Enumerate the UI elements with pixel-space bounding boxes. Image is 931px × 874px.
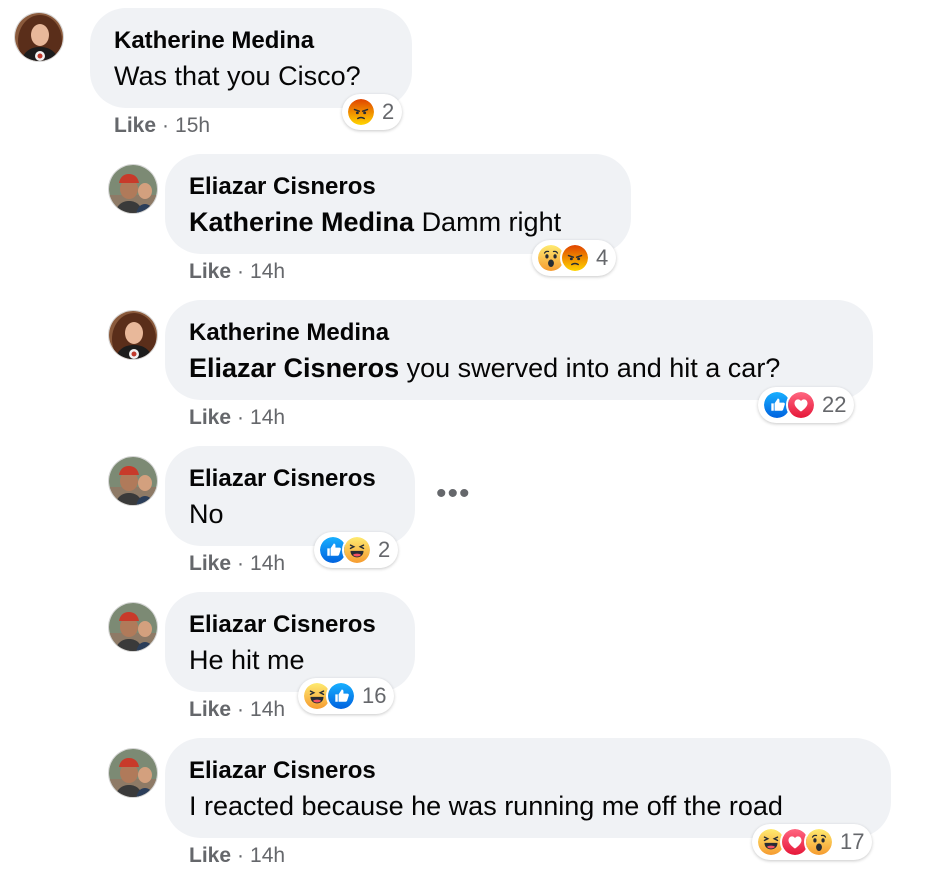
- comment-meta: Like · 14h: [189, 552, 285, 576]
- comment-body: Damm right: [421, 207, 562, 237]
- like-link[interactable]: Like: [189, 698, 231, 721]
- like-link[interactable]: Like: [189, 406, 231, 429]
- separator-dot: ·: [237, 406, 245, 429]
- reaction-summary[interactable]: 16: [298, 678, 395, 714]
- avatar[interactable]: [108, 748, 158, 798]
- avatar[interactable]: [14, 12, 64, 62]
- haha-reaction-icon: [342, 535, 372, 565]
- comment-text: I reacted because he was running me off …: [189, 788, 867, 824]
- comment-meta: Like · 14h: [189, 698, 285, 722]
- avatar[interactable]: [108, 456, 158, 506]
- comment-author[interactable]: Eliazar Cisneros: [189, 172, 607, 202]
- reaction-count: 2: [378, 537, 391, 562]
- comment-author[interactable]: Eliazar Cisneros: [189, 464, 391, 494]
- love-reaction-icon: [786, 390, 816, 420]
- comment-body: you swerved into and hit a car?: [406, 353, 781, 383]
- reaction-summary[interactable]: 4: [532, 240, 617, 276]
- reaction-count: 22: [822, 392, 847, 417]
- comment-bubble: Eliazar Cisneros He hit me: [165, 592, 415, 692]
- comment-text: Was that you Cisco?: [114, 58, 388, 94]
- avatar[interactable]: [108, 310, 158, 360]
- timestamp[interactable]: 14h: [250, 552, 285, 575]
- more-options-button[interactable]: •••: [436, 479, 471, 509]
- like-link[interactable]: Like: [189, 260, 231, 283]
- reaction-summary[interactable]: 17: [752, 824, 873, 860]
- reaction-count: 17: [840, 829, 865, 854]
- angry-reaction-icon: [346, 97, 376, 127]
- reaction-count: 16: [362, 683, 387, 708]
- reaction-count: 4: [596, 245, 609, 270]
- comment-body: Was that you Cisco?: [114, 61, 361, 91]
- comment-text: No: [189, 496, 391, 532]
- comment-bubble: Eliazar Cisneros I reacted because he wa…: [165, 738, 891, 838]
- comment-body: He hit me: [189, 645, 305, 675]
- comment-bubble: Eliazar Cisneros No: [165, 446, 415, 546]
- comment-meta: Like · 14h: [189, 406, 285, 430]
- comment-text: He hit me: [189, 642, 391, 678]
- timestamp[interactable]: 14h: [250, 844, 285, 867]
- wow-reaction-icon: [804, 827, 834, 857]
- comment-author[interactable]: Eliazar Cisneros: [189, 756, 867, 786]
- comment-text: Eliazar Cisneros you swerved into and hi…: [189, 350, 849, 386]
- reaction-count: 2: [382, 99, 395, 124]
- avatar[interactable]: [108, 602, 158, 652]
- avatar[interactable]: [108, 164, 158, 214]
- angry-reaction-icon: [560, 243, 590, 273]
- separator-dot: ·: [237, 844, 245, 867]
- like-link[interactable]: Like: [189, 552, 231, 575]
- comment-body: I reacted because he was running me off …: [189, 791, 783, 821]
- timestamp[interactable]: 14h: [250, 406, 285, 429]
- like-reaction-icon: [326, 681, 356, 711]
- separator-dot: ·: [162, 114, 170, 137]
- reaction-summary[interactable]: 2: [342, 94, 403, 130]
- mention-link[interactable]: Eliazar Cisneros: [189, 353, 399, 383]
- like-link[interactable]: Like: [114, 114, 156, 137]
- reaction-summary[interactable]: 22: [758, 387, 855, 423]
- comment-text: Katherine Medina Damm right: [189, 204, 607, 240]
- timestamp[interactable]: 14h: [250, 260, 285, 283]
- comment-author[interactable]: Katherine Medina: [114, 26, 388, 56]
- timestamp[interactable]: 14h: [250, 698, 285, 721]
- separator-dot: ·: [237, 260, 245, 283]
- timestamp[interactable]: 15h: [175, 114, 210, 137]
- comment-bubble: Katherine Medina Was that you Cisco?: [90, 8, 412, 108]
- comment-body: No: [189, 499, 224, 529]
- mention-link[interactable]: Katherine Medina: [189, 207, 414, 237]
- separator-dot: ·: [237, 698, 245, 721]
- comment-meta: Like · 15h: [114, 114, 210, 138]
- comment-author[interactable]: Eliazar Cisneros: [189, 610, 391, 640]
- reaction-summary[interactable]: 2: [314, 532, 399, 568]
- comment-author[interactable]: Katherine Medina: [189, 318, 849, 348]
- like-link[interactable]: Like: [189, 844, 231, 867]
- separator-dot: ·: [237, 552, 245, 575]
- comment-meta: Like · 14h: [189, 844, 285, 868]
- comment-meta: Like · 14h: [189, 260, 285, 284]
- comment-bubble: Katherine Medina Eliazar Cisneros you sw…: [165, 300, 873, 400]
- comment-bubble: Eliazar Cisneros Katherine Medina Damm r…: [165, 154, 631, 254]
